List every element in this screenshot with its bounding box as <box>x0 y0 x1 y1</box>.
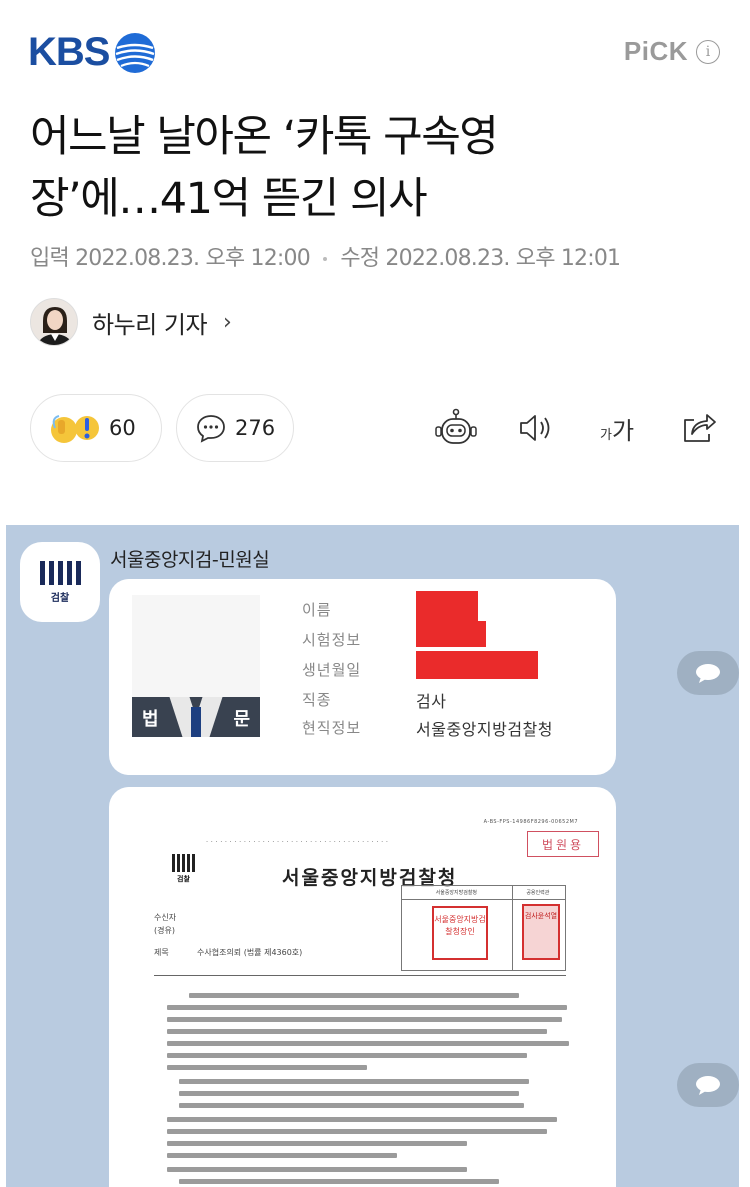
comment-count: 276 <box>235 416 276 440</box>
input-time: 2022.08.23. 오후 12:00 <box>75 246 311 271</box>
pick-badge[interactable]: PiCK i <box>624 36 720 67</box>
font-size-large-label: 가 <box>611 416 635 445</box>
doc-recipient-label: 수신자 <box>154 913 177 922</box>
field-value-job: 검사 <box>416 692 447 711</box>
kbs-globe-icon <box>115 32 156 73</box>
doc-logo-label: 검찰 <box>177 875 190 883</box>
article-image: 검찰 서울중앙지검-민원실 법 문 이름 시험정보 생년월일 직종 검사 현직정… <box>6 525 739 1187</box>
field-label-office: 현직정보 <box>302 719 362 737</box>
chat-share-icon <box>677 651 739 695</box>
stamp-header-right: 공용인력관 <box>526 890 550 896</box>
doc-body-line <box>167 1153 397 1158</box>
doc-body-line <box>167 1141 467 1146</box>
font-size-small-label: 가 <box>599 427 612 443</box>
top-bar: KBS PiCK i <box>0 0 750 110</box>
doc-body-line <box>179 1179 499 1184</box>
field-label-job: 직종 <box>302 691 332 709</box>
summary-bot-button[interactable] <box>434 408 478 448</box>
sender-name: 서울중앙지검-민원실 <box>110 549 270 571</box>
fake-id-card-message: 법 문 이름 시험정보 생년월일 직종 검사 현직정보 서울중앙지방검찰청 <box>109 579 616 775</box>
fake-document-message: A-BS-FPS-14986F8296-00652M7 · · · · · · … <box>109 787 616 1187</box>
doc-body-line <box>167 1005 567 1010</box>
comment-button[interactable]: 276 <box>176 394 294 462</box>
comment-icon <box>197 415 225 443</box>
doc-body-line <box>167 1041 569 1046</box>
article-title: 어느날 날아온 ‘카톡 구속영 장’에…41억 뜯긴 의사 <box>30 106 630 230</box>
doc-body-line <box>167 1065 367 1070</box>
field-label-exam: 시험정보 <box>302 631 362 649</box>
official-seal-left: 서울중앙지방검찰청장인 <box>432 906 488 960</box>
speaker-icon <box>520 415 550 441</box>
reaction-count: 60 <box>109 416 136 440</box>
field-value-office: 서울중앙지방검찰청 <box>416 720 553 739</box>
reaction-button[interactable]: 60 <box>30 394 162 462</box>
field-label-birth: 생년월일 <box>302 661 362 679</box>
doc-body-line <box>189 993 519 998</box>
sender-profile-image: 검찰 <box>20 542 100 622</box>
share-button[interactable] <box>676 408 720 448</box>
font-size-icon: 가가 <box>600 411 634 446</box>
doc-body-line <box>167 1167 467 1172</box>
id-photo: 법 문 <box>132 595 260 737</box>
kbs-logo[interactable]: KBS <box>28 30 156 75</box>
doc-body-line <box>167 1029 547 1034</box>
redacted-name <box>416 591 478 621</box>
doc-code: A-BS-FPS-14986F8296-00652M7 <box>483 819 578 825</box>
info-icon[interactable]: i <box>696 39 720 64</box>
input-label: 입력 <box>30 246 70 271</box>
reporter-name: 하누리 기자 <box>92 310 208 339</box>
avatar <box>30 298 78 346</box>
redacted-birth <box>416 651 538 679</box>
doc-divider <box>154 975 566 976</box>
stamp-table: 서울중앙지방검찰청 공용인력관 서울중앙지방검찰청장인 검사윤석열 <box>401 885 566 971</box>
doc-body-line <box>167 1017 562 1022</box>
chevron-right-icon: › <box>223 309 232 335</box>
doc-subject-label: 제목 <box>154 948 169 957</box>
meta-separator <box>323 257 328 261</box>
prosecution-logo-small-icon <box>172 854 195 872</box>
article-meta: 입력 2022.08.23. 오후 12:00 수정 2022.08.23. 오… <box>30 240 621 272</box>
copy-stamp: 법원용 <box>527 831 599 857</box>
doc-body-line <box>167 1053 527 1058</box>
doc-subject-value: 수사협조의뢰 (법률 제4360호) <box>197 948 303 957</box>
doc-body-line <box>179 1091 519 1096</box>
doc-body-line <box>167 1129 547 1134</box>
field-label-name: 이름 <box>302 601 332 619</box>
kbs-logo-text: KBS <box>28 30 110 74</box>
id-watermark-right: 문 <box>233 709 250 730</box>
doc-body-line <box>179 1103 524 1108</box>
doc-logo: 검찰 <box>172 854 195 884</box>
font-size-button[interactable]: 가가 <box>592 408 642 448</box>
doc-warning-line: · · · · · · · · · · · · · · · · · · · · … <box>206 838 389 846</box>
article-title-line-1: 어느날 날아온 ‘카톡 구속영 <box>30 112 499 162</box>
edit-label: 수정 <box>340 246 380 271</box>
profile-label: 검찰 <box>50 592 70 604</box>
doc-recipient-value: (경유) <box>154 926 175 935</box>
chat-share-icon <box>677 1063 739 1107</box>
share-icon <box>684 414 716 442</box>
doc-body-line <box>179 1079 529 1084</box>
id-watermark-left: 법 <box>142 709 159 730</box>
summary-bot-icon <box>435 408 477 444</box>
reporter-photo-icon <box>31 299 77 345</box>
official-seal-right: 검사윤석열 <box>522 904 560 960</box>
stamp-header-left: 서울중앙지방검찰청 <box>435 890 478 896</box>
reporter-link[interactable]: 하누리 기자 › <box>30 298 232 346</box>
pick-label: PiCK <box>623 36 688 66</box>
article-title-line-2: 장’에…41억 뜯긴 의사 <box>30 174 428 224</box>
edit-time: 2022.08.23. 오후 12:01 <box>385 246 621 271</box>
redacted-exam <box>416 621 486 647</box>
listen-button[interactable] <box>514 408 558 448</box>
doc-body-line <box>167 1117 557 1122</box>
reaction-icon <box>51 415 99 443</box>
prosecution-logo-icon <box>39 560 81 585</box>
